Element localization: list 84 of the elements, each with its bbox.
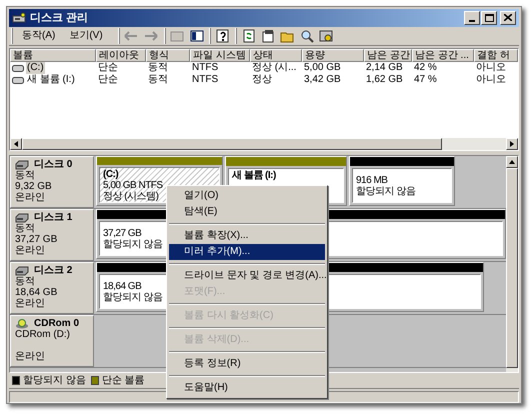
disk-size: 9,32 GB bbox=[15, 181, 53, 192]
legend-label: 단순 볼륨 bbox=[102, 374, 145, 387]
disk-name: 디스크 0 bbox=[34, 159, 72, 170]
window-title: 디스크 관리 bbox=[30, 12, 88, 24]
legend-label: 할당되지 않음 bbox=[23, 374, 86, 387]
scroll-up-icon[interactable] bbox=[509, 160, 515, 164]
partition-status: 할당되지 않음 bbox=[356, 186, 416, 198]
table-cell: 동적 bbox=[148, 74, 168, 86]
table-cell: 2,14 GB bbox=[366, 62, 403, 74]
menu-item[interactable]: 보기(V) bbox=[62, 30, 110, 42]
disk-size: 37,27 GB bbox=[15, 234, 58, 246]
partition-size: 37,27 GB bbox=[103, 228, 142, 240]
close-icon bbox=[504, 14, 512, 22]
column-header[interactable]: 남은 공간 ... bbox=[412, 49, 474, 62]
partition-size: 5,00 GB NTFS bbox=[103, 180, 163, 192]
disk-size: 18,64 GB bbox=[15, 287, 58, 298]
disk-settings-icon[interactable] bbox=[318, 29, 333, 43]
partition-status: 할당되지 않음 bbox=[103, 292, 162, 304]
disk-type: 동적 bbox=[15, 223, 36, 234]
table-cell: 동적 bbox=[148, 62, 168, 74]
table-cell: 단순 bbox=[98, 62, 118, 74]
menu-item[interactable]: 미러 추가(M)... bbox=[169, 244, 325, 260]
column-header[interactable]: 레이아웃 bbox=[96, 49, 146, 62]
volume-name[interactable]: (C:) bbox=[26, 62, 45, 74]
scroll-left-icon[interactable] bbox=[14, 141, 18, 148]
disk-name: CDRom 0 bbox=[34, 318, 80, 330]
minimize-button[interactable] bbox=[464, 10, 480, 25]
partition-name: (C:) bbox=[103, 169, 118, 180]
drive-icon bbox=[12, 64, 24, 72]
cd-drive-icon bbox=[15, 318, 29, 329]
column-header[interactable]: 상태 bbox=[250, 49, 302, 62]
menu-item[interactable]: 등록 정보(R) bbox=[169, 356, 325, 372]
column-header[interactable]: 남은 공간 bbox=[364, 49, 412, 62]
properties-icon[interactable] bbox=[260, 29, 275, 43]
menu-item[interactable]: 도움말(H) bbox=[169, 380, 325, 396]
disk-management-icon bbox=[12, 12, 26, 24]
table-cell: 아니오 bbox=[476, 62, 506, 74]
disk-type: 동적 bbox=[15, 170, 36, 182]
partition-status: 정상 (시스템) bbox=[103, 191, 158, 202]
menu-item[interactable]: 드라이브 문자 및 경로 변경(A)... bbox=[169, 268, 325, 284]
panel-icon[interactable] bbox=[190, 30, 204, 42]
table-cell: NTFS bbox=[192, 74, 218, 86]
partition[interactable]: 916 MB 할당되지 않음 bbox=[349, 156, 455, 206]
drive-icon bbox=[12, 76, 24, 84]
partition-status: 할당되지 않음 bbox=[103, 239, 162, 250]
disk-status: 온라인 bbox=[15, 245, 46, 256]
volume-name[interactable]: 새 볼륨 (I:) bbox=[26, 74, 76, 86]
scroll-right-icon[interactable] bbox=[510, 141, 514, 148]
table-cell: 아니오 bbox=[476, 74, 506, 86]
disk-name: 디스크 2 bbox=[34, 265, 72, 276]
table-cell: 47 % bbox=[414, 74, 437, 86]
table-cell: 정상 bbox=[252, 74, 272, 86]
menu-item[interactable]: 볼륨 확장(X)... bbox=[169, 228, 325, 244]
close-button[interactable] bbox=[500, 10, 516, 25]
vertical-scrollbar[interactable] bbox=[506, 156, 518, 372]
table-cell: 정상 (시... bbox=[252, 62, 296, 74]
table-cell: NTFS bbox=[192, 62, 218, 74]
disk-type: 동적 bbox=[15, 276, 36, 288]
menu-item[interactable]: 탐색(E) bbox=[169, 204, 325, 220]
maximize-button[interactable] bbox=[481, 10, 497, 25]
refresh-icon[interactable] bbox=[242, 29, 256, 43]
horizontal-scrollbar[interactable] bbox=[10, 138, 518, 150]
table-cell: 5,00 GB bbox=[304, 62, 341, 74]
disk-status: 온라인 bbox=[15, 351, 46, 362]
column-header[interactable]: 결함 허 bbox=[474, 49, 518, 62]
column-header[interactable]: 용량 bbox=[302, 49, 364, 62]
column-header[interactable]: 볼륨 bbox=[10, 49, 96, 62]
column-header[interactable]: 파일 시스템 bbox=[190, 49, 250, 62]
table-cell: 1,62 GB bbox=[366, 74, 403, 86]
partition-size: 916 MB bbox=[356, 175, 388, 186]
menu-item[interactable]: 동작(A) bbox=[15, 30, 62, 42]
column-header[interactable]: 형식 bbox=[146, 49, 190, 62]
help-icon[interactable] bbox=[216, 29, 230, 43]
partition-name: 새 볼륨 (I:) bbox=[232, 170, 276, 182]
folder-icon[interactable] bbox=[280, 30, 295, 42]
partition-size: 18,64 GB bbox=[103, 281, 142, 292]
table-cell: 단순 bbox=[98, 74, 118, 86]
disk-status: 온라인 bbox=[15, 298, 46, 310]
table-cell: 3,42 GB bbox=[304, 74, 341, 86]
magnifier-icon[interactable] bbox=[300, 29, 314, 43]
table-cell: 42 % bbox=[414, 62, 437, 74]
disk-name: 디스크 1 bbox=[34, 212, 72, 224]
disk-type: CDRom (D:) bbox=[15, 329, 71, 340]
disk-status: 온라인 bbox=[15, 192, 46, 204]
